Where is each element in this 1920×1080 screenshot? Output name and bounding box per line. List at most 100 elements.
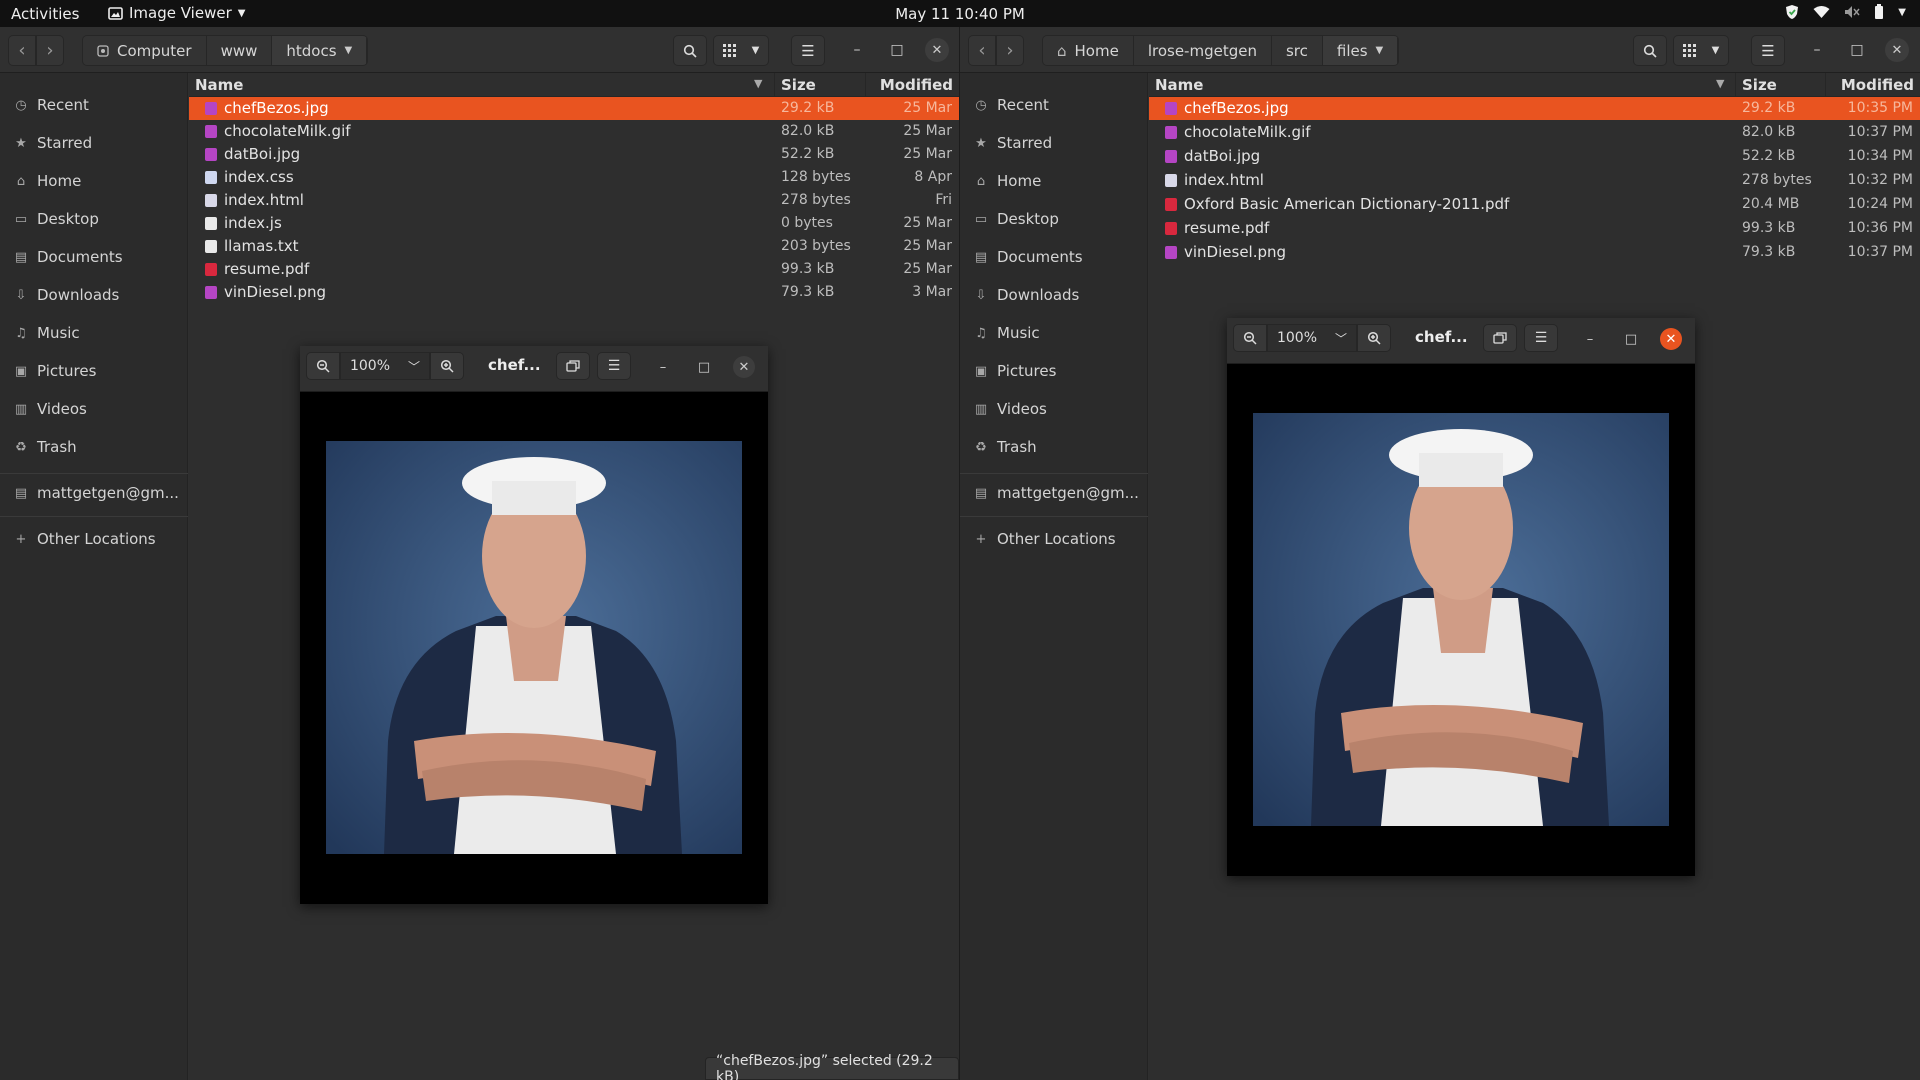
clock[interactable]: May 11 10:40 PM (895, 5, 1025, 23)
breadcrumb-computer[interactable]: Computer (83, 36, 207, 65)
viewer-minimize-button[interactable]: – (652, 356, 674, 378)
view-toggle-button[interactable]: ▼ (1673, 35, 1729, 66)
viewer-menu-button[interactable]: ☰ (1524, 324, 1558, 352)
sidebar-item-starred[interactable]: ★ Starred (960, 128, 1148, 158)
sidebar-item-starred[interactable]: ★ Starred (0, 128, 188, 158)
sort-desc-icon[interactable]: ▼ (754, 77, 762, 90)
file-row[interactable]: index.html 278 bytes Fri (189, 189, 959, 212)
viewer-maximize-button[interactable]: □ (693, 356, 715, 378)
sidebar-item-pictures[interactable]: ▣ Pictures (0, 356, 188, 386)
battery-icon[interactable] (1874, 4, 1884, 20)
file-row[interactable]: chefBezos.jpg 29.2 kB 25 Mar (189, 97, 959, 120)
zoom-level-select[interactable]: 100% ﹀ (1267, 324, 1357, 352)
column-size-header[interactable]: Size (781, 76, 816, 94)
column-name-header[interactable]: Name (1155, 76, 1203, 94)
sidebar-item-documents[interactable]: ▤ Documents (960, 242, 1148, 272)
sidebar-item-videos[interactable]: ▥ Videos (0, 394, 188, 424)
viewer-close-button[interactable]: ✕ (733, 356, 755, 378)
wifi-icon[interactable] (1813, 5, 1830, 19)
back-button[interactable]: ‹ (968, 35, 996, 66)
search-button[interactable] (673, 35, 707, 66)
app-menu[interactable]: Image Viewer ▼ (108, 4, 245, 22)
file-row[interactable]: index.css 128 bytes 8 Apr (189, 166, 959, 189)
sidebar-item-home[interactable]: ⌂ Home (0, 166, 188, 196)
column-size-header[interactable]: Size (1742, 76, 1777, 94)
zoom-out-button[interactable] (1233, 324, 1267, 352)
sidebar-item-trash[interactable]: ♻ Trash (960, 432, 1148, 462)
column-name-header[interactable]: Name (195, 76, 243, 94)
file-row[interactable]: resume.pdf 99.3 kB 10:36 PM (1149, 217, 1920, 240)
sidebar-item-recent[interactable]: ◷ Recent (0, 90, 188, 120)
breadcrumb-files[interactable]: files ▼ (1322, 36, 1399, 65)
sidebar-item-pictures[interactable]: ▣ Pictures (960, 356, 1148, 386)
file-row[interactable]: datBoi.jpg 52.2 kB 10:34 PM (1149, 145, 1920, 168)
minimize-button[interactable]: – (1805, 38, 1829, 62)
breadcrumb-htdocs[interactable]: htdocs ▼ (272, 36, 368, 65)
column-modified-header[interactable]: Modified (1841, 76, 1914, 94)
back-button[interactable]: ‹ (8, 35, 36, 66)
zoom-in-button[interactable] (430, 352, 464, 380)
volume-muted-icon[interactable] (1844, 5, 1860, 19)
viewer-menu-button[interactable]: ☰ (597, 352, 631, 380)
sidebar-item-home[interactable]: ⌂ Home (960, 166, 1148, 196)
sidebar-item-account[interactable]: ▤ mattgetgen@gm... (960, 478, 1148, 508)
sidebar-item-trash[interactable]: ♻ Trash (0, 432, 188, 462)
file-row[interactable]: Oxford Basic American Dictionary-2011.pd… (1149, 193, 1920, 216)
menu-button[interactable]: ☰ (1751, 35, 1785, 66)
forward-button[interactable]: › (36, 35, 64, 66)
zoom-out-button[interactable] (306, 352, 340, 380)
breadcrumb-home[interactable]: ⌂ Home (1043, 36, 1134, 65)
breadcrumb: Computer www htdocs ▼ (82, 35, 369, 66)
sidebar-item-desktop[interactable]: ▭ Desktop (960, 204, 1148, 234)
sidebar-item-documents[interactable]: ▤ Documents (0, 242, 188, 272)
system-menu-chevron-icon[interactable]: ▼ (1898, 7, 1906, 18)
menu-button[interactable]: ☰ (791, 35, 825, 66)
viewer-minimize-button[interactable]: – (1579, 328, 1601, 350)
activities-button[interactable]: Activities (11, 5, 79, 23)
sidebar-item-other-locations[interactable]: + Other Locations (0, 524, 188, 554)
view-toggle-button[interactable]: ▼ (713, 35, 769, 66)
close-button[interactable]: ✕ (925, 38, 949, 62)
zoom-level-select[interactable]: 100% ﹀ (340, 352, 430, 380)
sidebar-item-videos[interactable]: ▥ Videos (960, 394, 1148, 424)
column-modified-header[interactable]: Modified (880, 76, 953, 94)
file-row[interactable]: vinDiesel.png 79.3 kB 3 Mar (189, 281, 959, 304)
maximize-button[interactable]: □ (885, 38, 909, 62)
breadcrumb-src[interactable]: src (1271, 36, 1323, 65)
sidebar-item-music[interactable]: ♫ Music (960, 318, 1148, 348)
file-row[interactable]: index.js 0 bytes 25 Mar (189, 212, 959, 235)
file-row[interactable]: chocolateMilk.gif 82.0 kB 10:37 PM (1149, 121, 1920, 144)
shield-icon[interactable] (1785, 4, 1799, 20)
breadcrumb-lrose-mgetgen[interactable]: lrose-mgetgen (1133, 36, 1272, 65)
file-row[interactable]: chocolateMilk.gif 82.0 kB 25 Mar (189, 120, 959, 143)
gallery-button[interactable] (1483, 324, 1517, 352)
file-row[interactable]: llamas.txt 203 bytes 25 Mar (189, 235, 959, 258)
minimize-button[interactable]: – (845, 38, 869, 62)
zoom-in-button[interactable] (1357, 324, 1391, 352)
forward-button[interactable]: › (996, 35, 1024, 66)
system-tray[interactable]: ▼ (1785, 4, 1906, 20)
zoom-level-value: 100% (1276, 330, 1317, 346)
sidebar-item-downloads[interactable]: ⇩ Downloads (0, 280, 188, 310)
gallery-button[interactable] (556, 352, 590, 380)
file-row[interactable]: chefBezos.jpg 29.2 kB 10:35 PM (1149, 97, 1920, 120)
file-row[interactable]: vinDiesel.png 79.3 kB 10:37 PM (1149, 241, 1920, 264)
sidebar-item-music[interactable]: ♫ Music (0, 318, 188, 348)
sidebar-item-downloads[interactable]: ⇩ Downloads (960, 280, 1148, 310)
sort-desc-icon[interactable]: ▼ (1716, 77, 1724, 90)
sidebar-item-other-locations[interactable]: + Other Locations (960, 524, 1148, 554)
viewer-maximize-button[interactable]: □ (1620, 328, 1642, 350)
close-button[interactable]: ✕ (1885, 38, 1909, 62)
sidebar-item-desktop[interactable]: ▭ Desktop (0, 204, 188, 234)
search-button[interactable] (1633, 35, 1667, 66)
image-file-icon (205, 286, 217, 299)
sidebar-item-recent[interactable]: ◷ Recent (960, 90, 1148, 120)
breadcrumb-www[interactable]: www (206, 36, 273, 65)
chevron-down-icon: ▼ (237, 7, 246, 19)
file-row[interactable]: datBoi.jpg 52.2 kB 25 Mar (189, 143, 959, 166)
maximize-button[interactable]: □ (1845, 38, 1869, 62)
file-row[interactable]: index.html 278 bytes 10:32 PM (1149, 169, 1920, 192)
viewer-close-button[interactable]: ✕ (1660, 328, 1682, 350)
file-row[interactable]: resume.pdf 99.3 kB 25 Mar (189, 258, 959, 281)
sidebar-item-account[interactable]: ▤ mattgetgen@gm... (0, 478, 188, 508)
